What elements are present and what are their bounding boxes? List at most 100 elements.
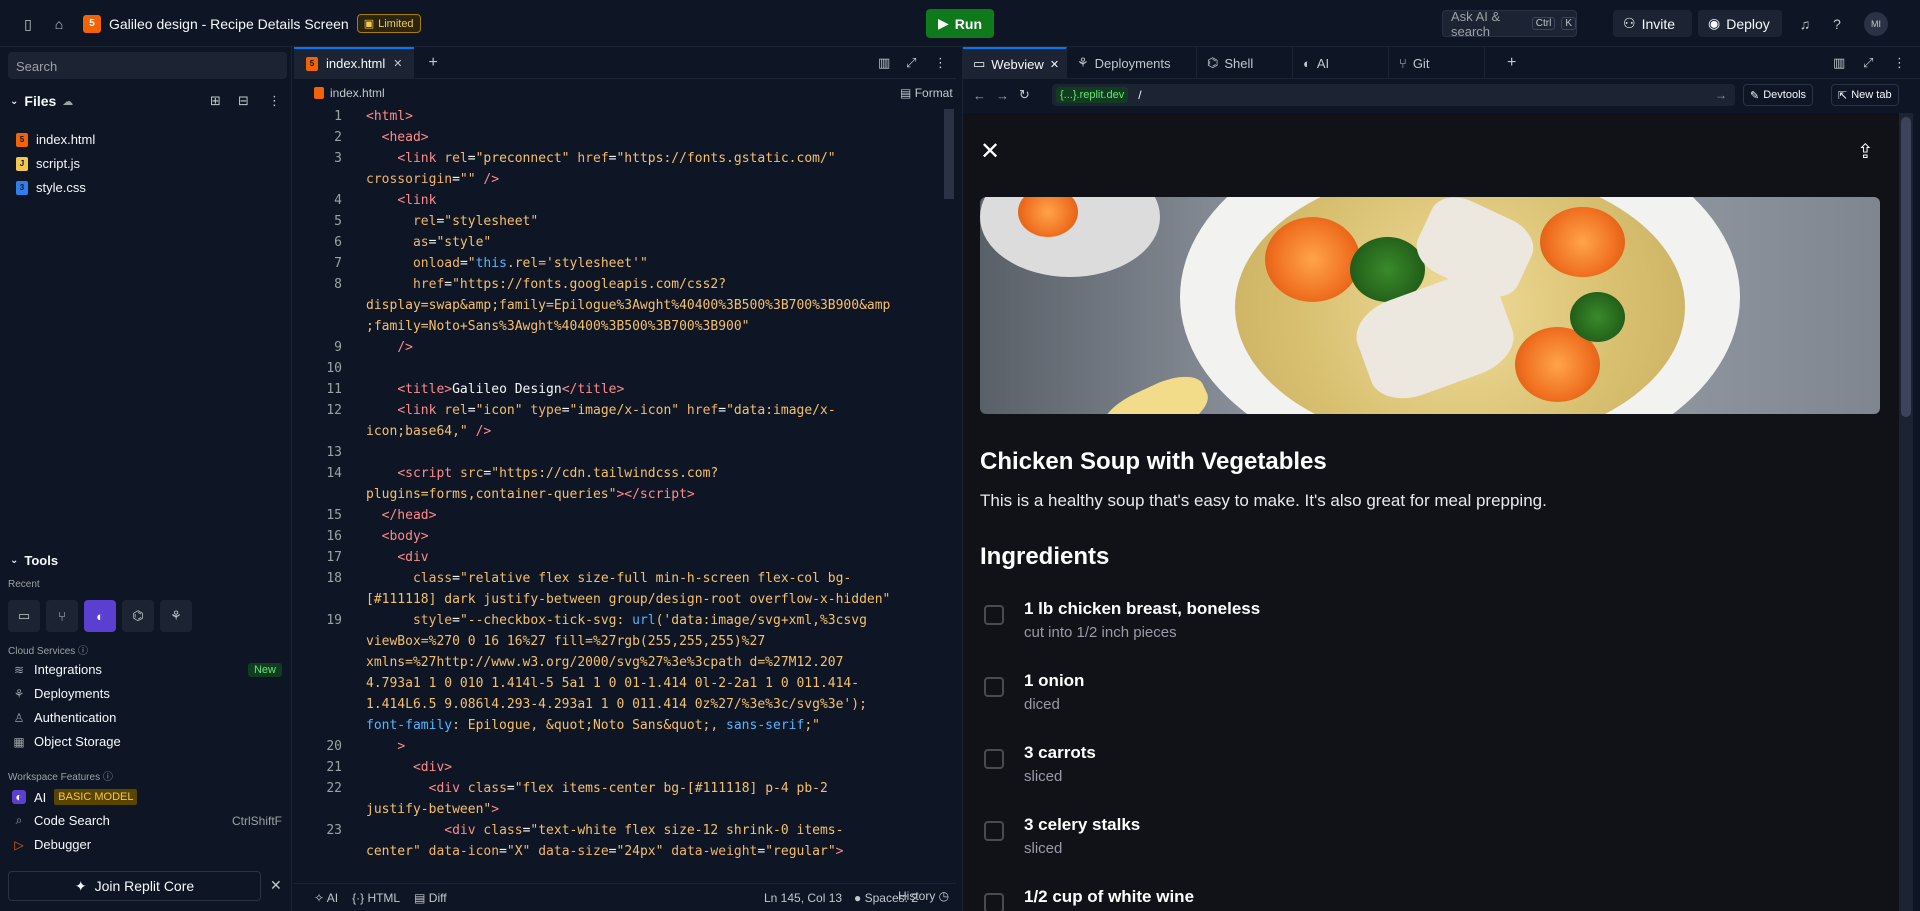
file-item-style-css[interactable]: 3 style.css xyxy=(16,180,86,195)
close-icon[interactable]: ✕ xyxy=(1050,58,1059,71)
new-file-icon[interactable]: ⊞ xyxy=(210,93,221,109)
add-tab-icon[interactable]: + xyxy=(1507,54,1516,78)
code-line[interactable]: [#111118] dark justify-between group/des… xyxy=(294,592,940,613)
code-line[interactable]: 10 xyxy=(294,361,940,382)
tools-header[interactable]: ⌄ Tools xyxy=(10,553,58,568)
go-icon[interactable]: → xyxy=(1715,88,1727,102)
url-input[interactable]: {...}.replit.dev / → xyxy=(1052,84,1735,106)
sidebar-toggle-icon[interactable]: ▯ xyxy=(18,14,38,34)
ai-item[interactable]: ◐ AI BASIC MODEL xyxy=(12,789,282,805)
code-line[interactable]: 8 href="https://fonts.googleapis.com/css… xyxy=(294,277,940,298)
tab-webview[interactable]: ▭ Webview ✕ xyxy=(963,47,1067,79)
project-title-group[interactable]: 5 Galileo design - Recipe Details Screen… xyxy=(83,14,421,33)
code-line[interactable]: crossorigin="" /> xyxy=(294,172,940,193)
tab-git[interactable]: ⑂ Git xyxy=(1389,47,1485,79)
split-pane-icon[interactable]: ▥ xyxy=(1833,55,1845,71)
forward-icon[interactable]: → xyxy=(996,88,1009,103)
ingredient-item[interactable]: 3 carrots sliced xyxy=(980,743,1860,803)
webview-tool-icon[interactable]: ▭ xyxy=(8,600,40,632)
object-storage-item[interactable]: ▦ Object Storage xyxy=(12,734,282,749)
code-line[interactable]: 4 <link xyxy=(294,193,940,214)
format-button[interactable]: ▤ Format xyxy=(900,86,953,100)
ask-ai-search[interactable]: Ask AI & search Ctrl K xyxy=(1442,9,1577,39)
git-tool-icon[interactable]: ⑂ xyxy=(46,600,78,632)
close-icon[interactable]: ✕ xyxy=(270,877,282,894)
devtools-button[interactable]: ✎ Devtools xyxy=(1743,84,1814,106)
debugger-item[interactable]: ▷ Debugger xyxy=(12,837,282,852)
code-line[interactable]: viewBox=%270 0 16 16%27 fill=%27rgb(255,… xyxy=(294,634,940,655)
ai-tool-icon[interactable]: ◐ xyxy=(84,600,116,632)
maximize-icon[interactable]: ⤢ xyxy=(1863,55,1873,71)
diff-status[interactable]: ▤ Diff xyxy=(414,891,446,905)
code-line[interactable]: 17 <div xyxy=(294,550,940,571)
code-line[interactable]: 23 <div class="text-white flex size-12 s… xyxy=(294,823,940,844)
code-line[interactable]: 20 > xyxy=(294,739,940,760)
authentication-item[interactable]: ♙ Authentication xyxy=(12,710,282,725)
code-line[interactable]: 19 style="--checkbox-tick-svg: url('data… xyxy=(294,613,940,634)
ingredient-item[interactable]: 1 onion diced xyxy=(980,671,1860,731)
ingredient-item[interactable]: 1 lb chicken breast, boneless cut into 1/… xyxy=(980,599,1860,659)
code-line[interactable]: 13 xyxy=(294,445,940,466)
avatar[interactable]: MI xyxy=(1864,12,1888,36)
more-icon[interactable]: ⋮ xyxy=(1893,55,1906,71)
webview-scrollbar-thumb[interactable] xyxy=(1901,117,1911,417)
code-line[interactable]: ;family=Noto+Sans%3Awght%40400%3B500%3B7… xyxy=(294,319,940,340)
breadcrumb-file[interactable]: index.html xyxy=(330,86,385,100)
home-icon[interactable]: ⌂ xyxy=(49,14,69,34)
help-icon[interactable]: ? xyxy=(1827,14,1847,34)
invite-button[interactable]: ⚇ Invite xyxy=(1613,10,1692,37)
code-line[interactable]: 14 <script src="https://cdn.tailwindcss.… xyxy=(294,466,940,487)
shell-tool-icon[interactable]: ⌬ xyxy=(122,600,154,632)
join-replit-core-button[interactable]: ✦ Join Replit Core xyxy=(8,871,261,901)
ingredient-checkbox[interactable] xyxy=(984,893,1004,911)
close-icon[interactable]: ✕ xyxy=(980,137,1000,166)
code-line[interactable]: 5 rel="stylesheet" xyxy=(294,214,940,235)
tab-deployments[interactable]: ⚘ Deployments xyxy=(1067,47,1197,79)
code-line[interactable]: 21 <div> xyxy=(294,760,940,781)
tab-index-html[interactable]: 5 index.html ✕ xyxy=(294,46,415,79)
new-folder-icon[interactable]: ⊟ xyxy=(238,93,249,109)
code-line[interactable]: 1.414L6.5 9.086l4.293-4.293a1 1 0 011.41… xyxy=(294,697,940,718)
add-tab-icon[interactable]: + xyxy=(428,54,437,72)
files-header[interactable]: ⌄ Files ☁ xyxy=(10,93,73,109)
code-line[interactable]: center" data-icon="X" data-size="24px" d… xyxy=(294,844,940,865)
ingredient-checkbox[interactable] xyxy=(984,605,1004,625)
code-search-item[interactable]: ⌕ Code Search CtrlShiftF xyxy=(12,813,282,828)
code-line[interactable]: icon;base64," /> xyxy=(294,424,940,445)
more-icon[interactable]: ⋮ xyxy=(934,55,947,71)
limited-badge[interactable]: ▣ Limited xyxy=(356,14,421,33)
code-line[interactable]: 22 <div class="flex items-center bg-[#11… xyxy=(294,781,940,802)
search-input[interactable]: Search xyxy=(8,52,287,79)
more-icon[interactable]: ⋮ xyxy=(268,93,281,109)
code-line[interactable]: 3 <link rel="preconnect" href="https://f… xyxy=(294,151,940,172)
ingredient-item[interactable]: 1/2 cup of white wine xyxy=(980,887,1860,911)
code-line[interactable]: justify-between"> xyxy=(294,802,940,823)
share-icon[interactable]: ⇪ xyxy=(1857,139,1874,164)
code-line[interactable]: 2 <head> xyxy=(294,130,940,151)
deployments-tool-icon[interactable]: ⚘ xyxy=(160,600,192,632)
code-line[interactable]: 15 </head> xyxy=(294,508,940,529)
cursor-position[interactable]: Ln 145, Col 13 xyxy=(764,891,842,905)
code-line[interactable]: 4.793a1 1 0 010 1.414l-5 5a1 1 0 01-1.41… xyxy=(294,676,940,697)
refresh-icon[interactable]: ↻ xyxy=(1019,87,1030,103)
run-button[interactable]: ▶ Run xyxy=(926,9,994,38)
deployments-item[interactable]: ⚘ Deployments xyxy=(12,686,282,701)
code-line[interactable]: display=swap&amp;family=Epilogue%3Awght%… xyxy=(294,298,940,319)
ingredient-checkbox[interactable] xyxy=(984,821,1004,841)
code-line[interactable]: 1 <html> xyxy=(294,109,940,130)
code-line[interactable]: 18 class="relative flex size-full min-h-… xyxy=(294,571,940,592)
code-line[interactable]: xmlns=%27http://www.w3.org/2000/svg%27%3… xyxy=(294,655,940,676)
code-line[interactable]: font-family: Epilogue, &quot;Noto Sans&q… xyxy=(294,718,940,739)
bell-icon[interactable]: ♫ xyxy=(1795,14,1815,34)
ingredient-checkbox[interactable] xyxy=(984,749,1004,769)
code-line[interactable]: 6 as="style" xyxy=(294,235,940,256)
ai-status[interactable]: ✧ AI xyxy=(314,891,338,905)
close-icon[interactable]: ✕ xyxy=(393,57,402,70)
split-pane-icon[interactable]: ▥ xyxy=(878,55,890,71)
ingredient-checkbox[interactable] xyxy=(984,677,1004,697)
tab-shell[interactable]: ⌬ Shell xyxy=(1197,47,1293,79)
deploy-button[interactable]: ◉ Deploy xyxy=(1698,10,1782,37)
code-content[interactable]: 1 <html> 2 <head> 3 <link rel="preconnect" … xyxy=(294,109,940,883)
code-line[interactable]: 9 /> xyxy=(294,340,940,361)
file-item-script-js[interactable]: Jscript.js xyxy=(16,156,80,171)
